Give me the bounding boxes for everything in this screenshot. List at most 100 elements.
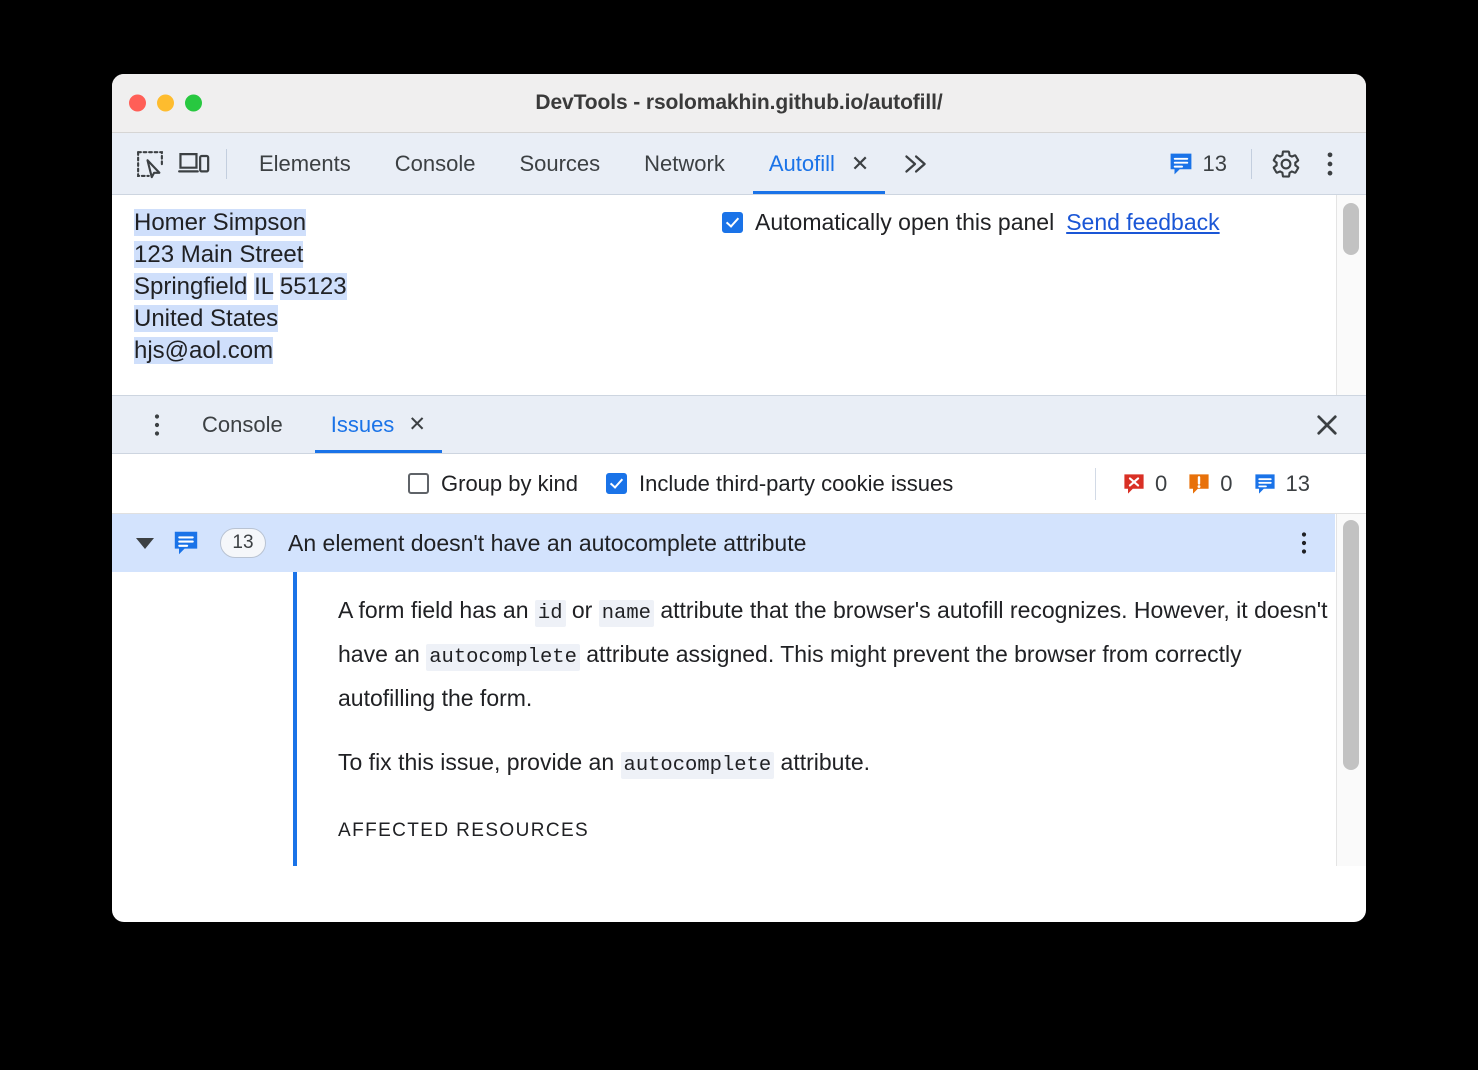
address-gap xyxy=(273,273,280,300)
address-segment: 123 Main Street xyxy=(134,241,304,268)
issue-row-header[interactable]: 13 An element doesn't have an autocomple… xyxy=(112,514,1335,572)
minimize-window-button[interactable] xyxy=(157,94,174,112)
warning-icon xyxy=(1187,472,1211,496)
address-line: Springfield IL 55123 xyxy=(134,271,347,303)
close-window-button[interactable] xyxy=(129,94,146,112)
desc-text: or xyxy=(565,597,599,623)
devtools-tabbar: Elements Console Sources Network Autofil… xyxy=(112,133,1366,195)
auto-open-panel-label: Automatically open this panel xyxy=(755,209,1055,235)
address-line: hjs@aol.com xyxy=(134,335,347,367)
maximize-window-button[interactable] xyxy=(185,94,202,112)
chevron-double-right-icon[interactable] xyxy=(893,142,937,186)
gear-icon[interactable] xyxy=(1264,142,1308,186)
desc-text: A form field has an xyxy=(338,597,535,623)
error-icon xyxy=(1122,472,1146,496)
third-party-cookies-filter[interactable]: Include third-party cookie issues xyxy=(605,470,954,497)
affected-resources-heading: AFFECTED RESOURCES xyxy=(338,820,590,841)
send-feedback-link[interactable]: Send feedback xyxy=(1066,209,1219,236)
issue-kind-counts: 0 0 13 xyxy=(1095,467,1366,500)
drawer-tab-label: Console xyxy=(202,411,283,437)
drawer-tabbar: Console Issues ✕ xyxy=(112,396,1366,454)
issues-info-icon xyxy=(172,529,200,557)
devtools-window: DevTools - rsolomakhin.github.io/autofil… xyxy=(112,74,1366,922)
window-title: DevTools - rsolomakhin.github.io/autofil… xyxy=(535,91,943,114)
tab-close-icon[interactable]: ✕ xyxy=(851,152,869,175)
tab-label: Elements xyxy=(259,150,351,176)
address-line: Homer Simpson xyxy=(134,207,347,239)
fix-text: To fix this issue, provide an xyxy=(338,749,621,775)
address-line: United States xyxy=(134,303,347,335)
third-party-cookies-label: Include third-party cookie issues xyxy=(638,470,954,496)
toolbar-right-actions: 13 xyxy=(1156,133,1366,194)
issues-scrollbar-thumb[interactable] xyxy=(1343,520,1359,770)
code-id: id xyxy=(534,600,566,627)
tab-network[interactable]: Network xyxy=(622,133,747,194)
auto-open-panel-checkbox[interactable] xyxy=(722,212,743,233)
address-segment: Homer Simpson xyxy=(134,209,307,236)
issues-list: 13 An element doesn't have an autocomple… xyxy=(112,514,1366,866)
issues-count-label: 13 xyxy=(1202,150,1227,176)
panel-tabs: Elements Console Sources Network Autofil… xyxy=(237,133,891,194)
issues-info-icon xyxy=(1168,151,1194,177)
tab-console[interactable]: Console xyxy=(373,133,498,194)
warning-count-value: 0 xyxy=(1220,470,1233,496)
window-traffic-lights xyxy=(129,94,202,112)
toolbar-divider xyxy=(226,148,227,179)
address-line: 123 Main Street xyxy=(134,239,347,271)
info-count[interactable]: 13 xyxy=(1253,471,1310,497)
issues-filter-toolbar: Group by kind Include third-party cookie… xyxy=(112,454,1366,514)
drawer-menu-kebab-icon[interactable] xyxy=(140,408,174,442)
fix-text: attribute. xyxy=(774,749,871,775)
address-segment: IL xyxy=(254,273,274,300)
tab-label: Sources xyxy=(519,150,601,176)
info-count-value: 13 xyxy=(1285,470,1310,496)
tab-label: Autofill xyxy=(768,150,835,176)
caret-down-icon[interactable] xyxy=(136,537,154,549)
drawer-tab-close-icon[interactable]: ✕ xyxy=(408,414,426,435)
group-by-kind-filter[interactable]: Group by kind xyxy=(408,471,578,497)
address-segment: United States xyxy=(134,305,279,332)
tab-label: Console xyxy=(394,150,476,176)
toolbar-divider xyxy=(1251,148,1252,179)
counts-divider xyxy=(1095,467,1097,500)
issue-count-badge: 13 xyxy=(220,528,266,558)
group-by-kind-checkbox[interactable] xyxy=(408,473,429,494)
tab-elements[interactable]: Elements xyxy=(237,133,373,194)
inspect-element-icon[interactable] xyxy=(128,142,172,186)
tab-label: Network xyxy=(644,150,725,176)
error-count[interactable]: 0 xyxy=(1122,471,1167,497)
code-autocomplete: autocomplete xyxy=(426,644,580,671)
autofill-scrollbar[interactable] xyxy=(1336,195,1366,395)
error-count-value: 0 xyxy=(1155,470,1168,496)
address-segment: hjs@aol.com xyxy=(134,337,274,364)
issue-fix-paragraph: To fix this issue, provide an autocomple… xyxy=(297,742,1366,786)
group-by-kind-label: Group by kind xyxy=(441,470,578,496)
tab-sources[interactable]: Sources xyxy=(497,133,622,194)
drawer-tab-console[interactable]: Console xyxy=(182,396,303,453)
issues-counter-button[interactable]: 13 xyxy=(1156,151,1239,177)
close-drawer-icon[interactable] xyxy=(1310,408,1344,442)
issue-title: An element doesn't have an autocomplete … xyxy=(288,529,807,556)
autofill-address-preview: Homer Simpson 123 Main Street Springfiel… xyxy=(134,207,347,367)
issues-scrollbar[interactable] xyxy=(1336,514,1366,866)
code-autocomplete: autocomplete xyxy=(620,752,775,779)
issue-description-paragraph: A form field has an id or name attribute… xyxy=(297,590,1366,718)
issue-detail-body: A form field has an id or name attribute… xyxy=(293,572,1366,866)
device-toolbar-icon[interactable] xyxy=(172,142,216,186)
window-titlebar: DevTools - rsolomakhin.github.io/autofil… xyxy=(112,74,1366,133)
issues-filters: Group by kind Include third-party cookie… xyxy=(408,471,953,497)
third-party-cookies-checkbox[interactable] xyxy=(605,473,627,494)
autofill-scrollbar-thumb[interactable] xyxy=(1343,203,1359,255)
issue-menu-kebab-icon[interactable] xyxy=(1287,526,1321,560)
warning-count[interactable]: 0 xyxy=(1187,470,1233,497)
autofill-panel-controls: Automatically open this panel Send feedb… xyxy=(722,209,1316,236)
info-issue-icon xyxy=(1253,472,1277,496)
drawer-tab-label: Issues xyxy=(330,411,395,437)
code-name: name xyxy=(598,600,654,627)
autofill-panel: Homer Simpson 123 Main Street Springfiel… xyxy=(112,195,1366,396)
address-segment: 55123 xyxy=(279,273,347,300)
drawer-tab-issues[interactable]: Issues ✕ xyxy=(311,396,446,453)
address-segment: Springfield xyxy=(134,273,248,300)
tab-autofill[interactable]: Autofill ✕ xyxy=(747,133,891,194)
kebab-menu-icon[interactable] xyxy=(1308,142,1352,186)
